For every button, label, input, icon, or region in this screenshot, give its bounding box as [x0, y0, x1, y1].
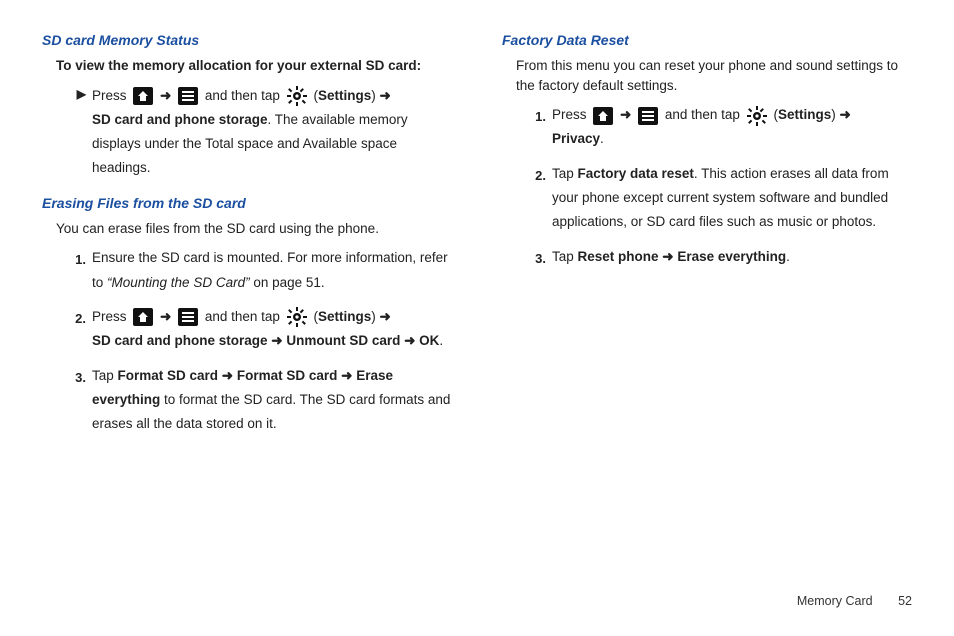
page-number: 52	[898, 594, 912, 608]
arrow-icon: ➜	[379, 309, 390, 324]
arrow-icon: ➜	[160, 309, 171, 324]
text-path: Factory data reset	[578, 166, 694, 181]
step-number: 2.	[522, 164, 546, 187]
list-item: 1. Press ➜ and then tap (Settings) ➜ Pri…	[552, 103, 912, 152]
text-path: SD card and phone storage	[92, 112, 268, 127]
arrow-icon: ➜	[379, 88, 390, 103]
step-number: 3.	[522, 247, 546, 270]
text-path: Privacy	[552, 131, 600, 146]
page-content: SD card Memory Status To view the memory…	[0, 0, 954, 450]
text: and then tap	[205, 88, 284, 103]
list-item: 3. Tap Format SD card ➜ Format SD card ➜…	[92, 364, 452, 437]
text-settings: Settings	[318, 88, 371, 103]
intro-factory-reset: From this menu you can reset your phone …	[516, 56, 912, 95]
text-ref: “Mounting the SD Card”	[107, 275, 253, 290]
right-column: Factory Data Reset From this menu you ca…	[502, 30, 912, 450]
step-number: 1.	[62, 248, 86, 271]
page-footer: Memory Card 52	[797, 594, 912, 608]
intro-sd-status: To view the memory allocation for your e…	[56, 56, 452, 76]
text: .	[786, 249, 790, 264]
text: and then tap	[205, 309, 284, 324]
text: .	[600, 131, 604, 146]
home-icon	[132, 86, 154, 106]
arrow-icon: ➜	[160, 88, 171, 103]
list-item: ▶ Press ➜ and then tap (Settings) ➜ SD c…	[92, 84, 452, 181]
text: Press	[92, 309, 130, 324]
menu-icon	[177, 307, 199, 327]
menu-icon	[177, 86, 199, 106]
settings-icon	[746, 105, 768, 127]
arrow-icon: ➜	[839, 107, 850, 122]
text: Tap	[552, 166, 578, 181]
text: Press	[552, 107, 590, 122]
text: Tap	[552, 249, 578, 264]
text-settings: Settings	[318, 309, 371, 324]
arrow-icon: ➜	[620, 107, 631, 122]
footer-section: Memory Card	[797, 594, 873, 608]
text: .	[439, 333, 443, 348]
list-item: 1. Ensure the SD card is mounted. For mo…	[92, 246, 452, 295]
heading-factory-reset: Factory Data Reset	[502, 32, 912, 48]
list-sd-status: ▶ Press ➜ and then tap (Settings) ➜ SD c…	[42, 84, 452, 181]
step-number: 2.	[62, 307, 86, 330]
heading-sd-status: SD card Memory Status	[42, 32, 452, 48]
text-path: Reset phone ➜ Erase everything	[578, 249, 787, 264]
settings-icon	[286, 306, 308, 328]
text: Press	[92, 88, 130, 103]
list-item: 2. Tap Factory data reset. This action e…	[552, 162, 912, 235]
text-settings: Settings	[778, 107, 831, 122]
settings-icon	[286, 85, 308, 107]
text-path: SD card and phone storage ➜ Unmount SD c…	[92, 333, 439, 348]
step-number: 1.	[522, 105, 546, 128]
intro-erase: You can erase files from the SD card usi…	[56, 219, 452, 239]
list-erase: 1. Ensure the SD card is mounted. For mo…	[42, 246, 452, 436]
home-icon	[132, 307, 154, 327]
list-item: 2. Press ➜ and then tap (Settings) ➜ SD …	[92, 305, 452, 354]
menu-icon	[637, 106, 659, 126]
text: Tap	[92, 368, 118, 383]
text: and then tap	[665, 107, 744, 122]
home-icon	[592, 106, 614, 126]
bullet-triangle: ▶	[62, 84, 86, 106]
step-number: 3.	[62, 366, 86, 389]
left-column: SD card Memory Status To view the memory…	[42, 30, 452, 450]
heading-erase: Erasing Files from the SD card	[42, 195, 452, 211]
list-factory-reset: 1. Press ➜ and then tap (Settings) ➜ Pri…	[502, 103, 912, 269]
text: on page 51.	[253, 275, 324, 290]
list-item: 3. Tap Reset phone ➜ Erase everything.	[552, 245, 912, 269]
